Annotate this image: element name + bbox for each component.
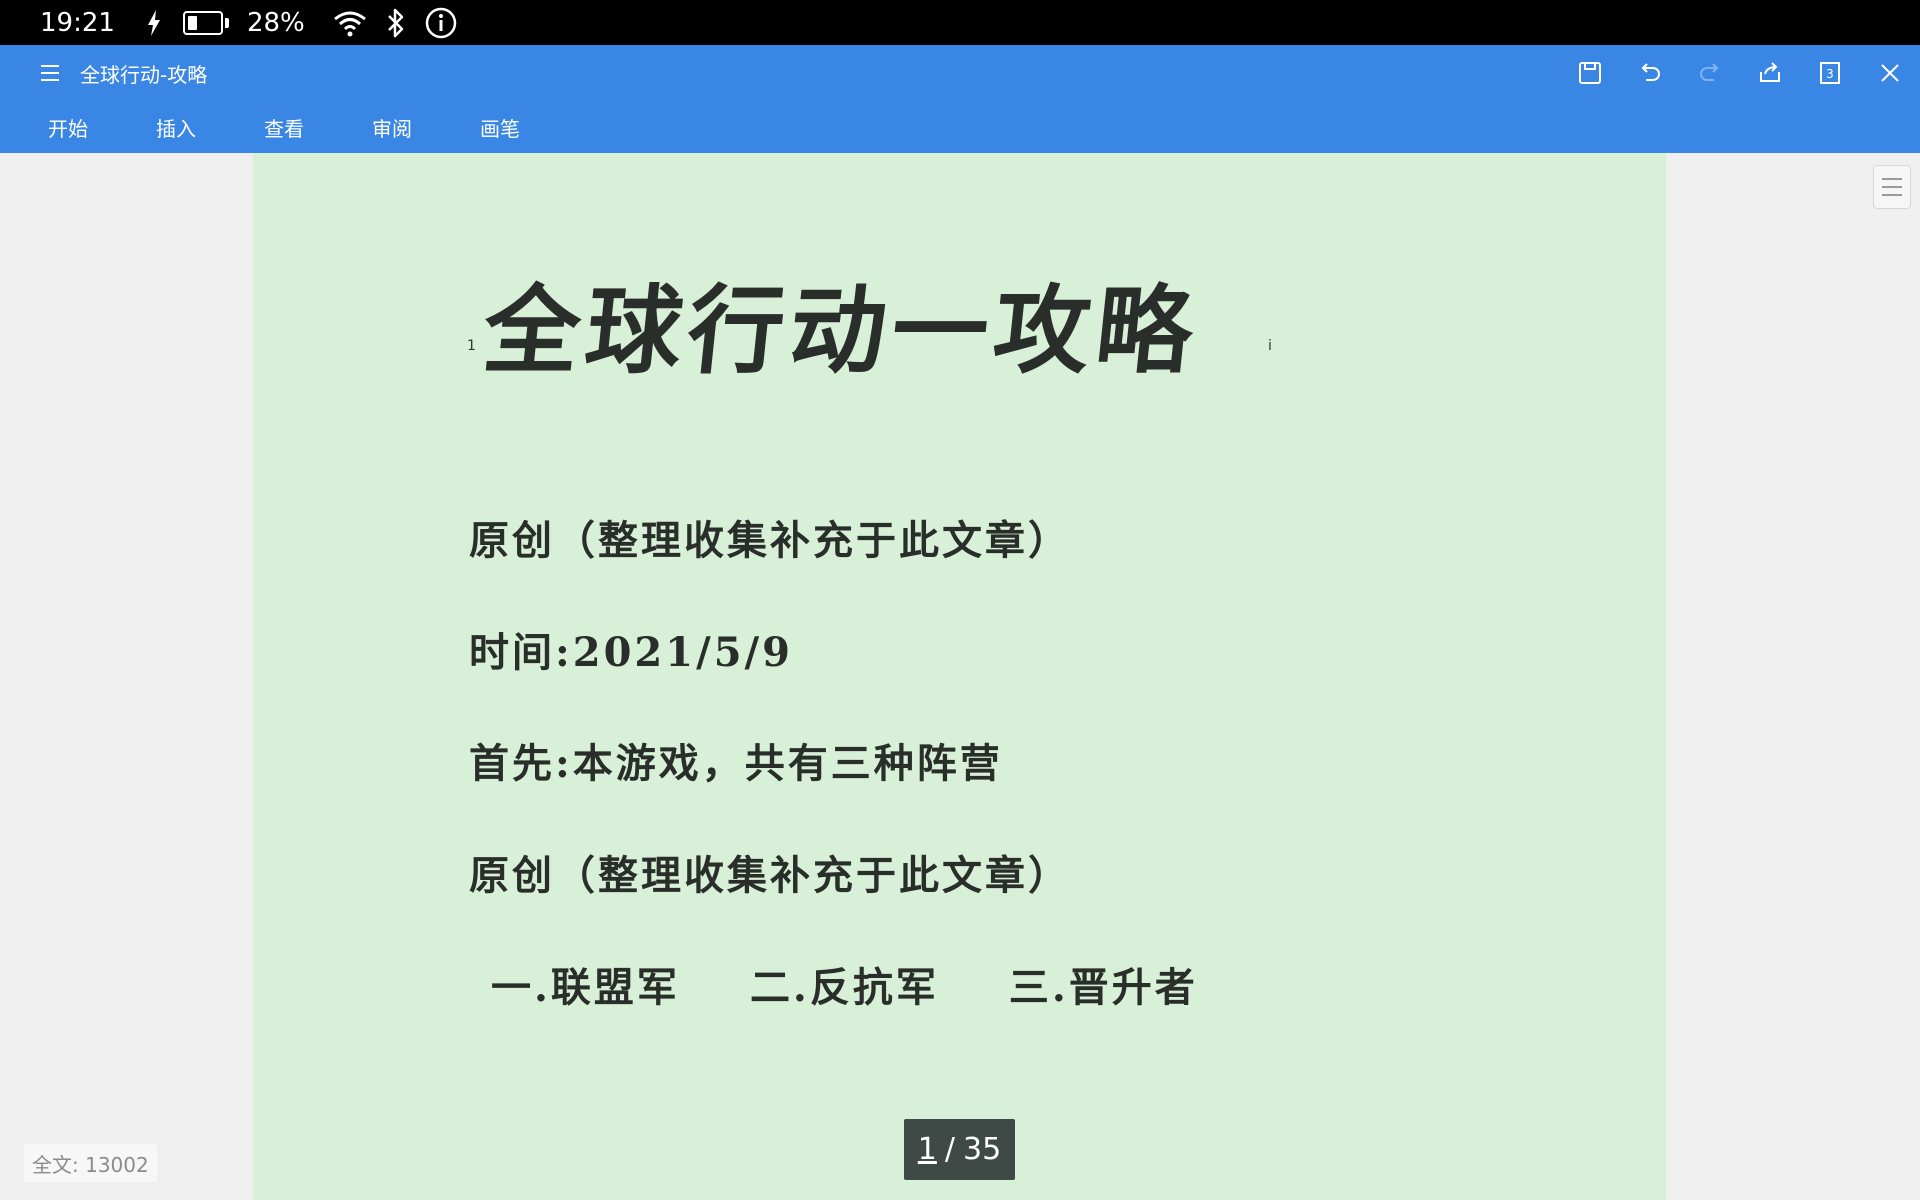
doc-line-date: 时间:2021/5/9 [469, 629, 793, 676]
hamburger-menu-icon[interactable] [36, 59, 64, 87]
save-icon[interactable] [1560, 45, 1620, 101]
document-page[interactable]: 1 i 全球行动一攻略 原创（整理收集补充于此文章） 时间:2021/5/9 首… [253, 153, 1666, 1200]
bluetooth-icon [385, 8, 407, 38]
window-count: 3 [1826, 67, 1834, 81]
faction-alliance: 一.联盟军 [491, 964, 680, 1011]
outline-toggle-handle[interactable] [1873, 165, 1911, 209]
page-count-icon[interactable]: 3 [1800, 45, 1860, 101]
battery-icon [179, 10, 229, 35]
undo-icon[interactable] [1620, 45, 1680, 101]
wifi-icon [333, 9, 367, 37]
app-header: 全球行动-攻略 3 开始 插入 查看 审阅 画笔 [0, 45, 1920, 153]
page-separator: / [944, 1132, 955, 1167]
tab-view[interactable]: 查看 [264, 113, 304, 142]
status-time: 19:21 [40, 7, 115, 38]
document-viewport[interactable]: 1 i 全球行动一攻略 原创（整理收集补充于此文章） 时间:2021/5/9 首… [0, 153, 1920, 1200]
document-title: 全球行动-攻略 [80, 63, 208, 87]
margin-mark-right: i [1268, 338, 1272, 354]
redo-icon[interactable] [1680, 45, 1740, 101]
tab-insert[interactable]: 插入 [156, 113, 196, 142]
faction-resistance: 二.反抗军 [749, 964, 939, 1011]
faction-ascendant: 三.晋升者 [1008, 964, 1198, 1011]
tab-review[interactable]: 审阅 [372, 113, 412, 142]
doc-line-original-repeat: 原创（整理收集补充于此文章） [469, 852, 1071, 899]
document-heading: 全球行动一攻略 [478, 274, 1205, 387]
share-icon[interactable] [1740, 45, 1800, 101]
doc-line-original: 原创（整理收集补充于此文章） [469, 517, 1071, 564]
info-icon [425, 7, 457, 39]
word-count-badge: 全文: 13002 [24, 1144, 157, 1182]
total-pages: 35 [963, 1132, 1002, 1167]
close-icon[interactable] [1860, 45, 1920, 101]
tab-start[interactable]: 开始 [48, 113, 88, 142]
page-indicator[interactable]: 1 / 35 [904, 1119, 1015, 1180]
status-bar: 19:21 28% [0, 0, 1920, 45]
faction-list: 一.联盟军 二.反抗军 三.晋升者 [491, 955, 1268, 1013]
battery-percent: 28% [246, 7, 305, 38]
ribbon-tabs: 开始 插入 查看 审阅 画笔 [0, 101, 588, 153]
tab-pen[interactable]: 画笔 [480, 113, 520, 142]
doc-line-factions-intro: 首先:本游戏，共有三种阵营 [469, 740, 1003, 787]
toolbar-icons: 3 [1560, 45, 1920, 101]
charging-bolt-icon [147, 9, 161, 36]
title-row: 全球行动-攻略 3 [0, 45, 1920, 101]
current-page: 1 [917, 1132, 937, 1167]
margin-mark-left: 1 [467, 338, 476, 354]
